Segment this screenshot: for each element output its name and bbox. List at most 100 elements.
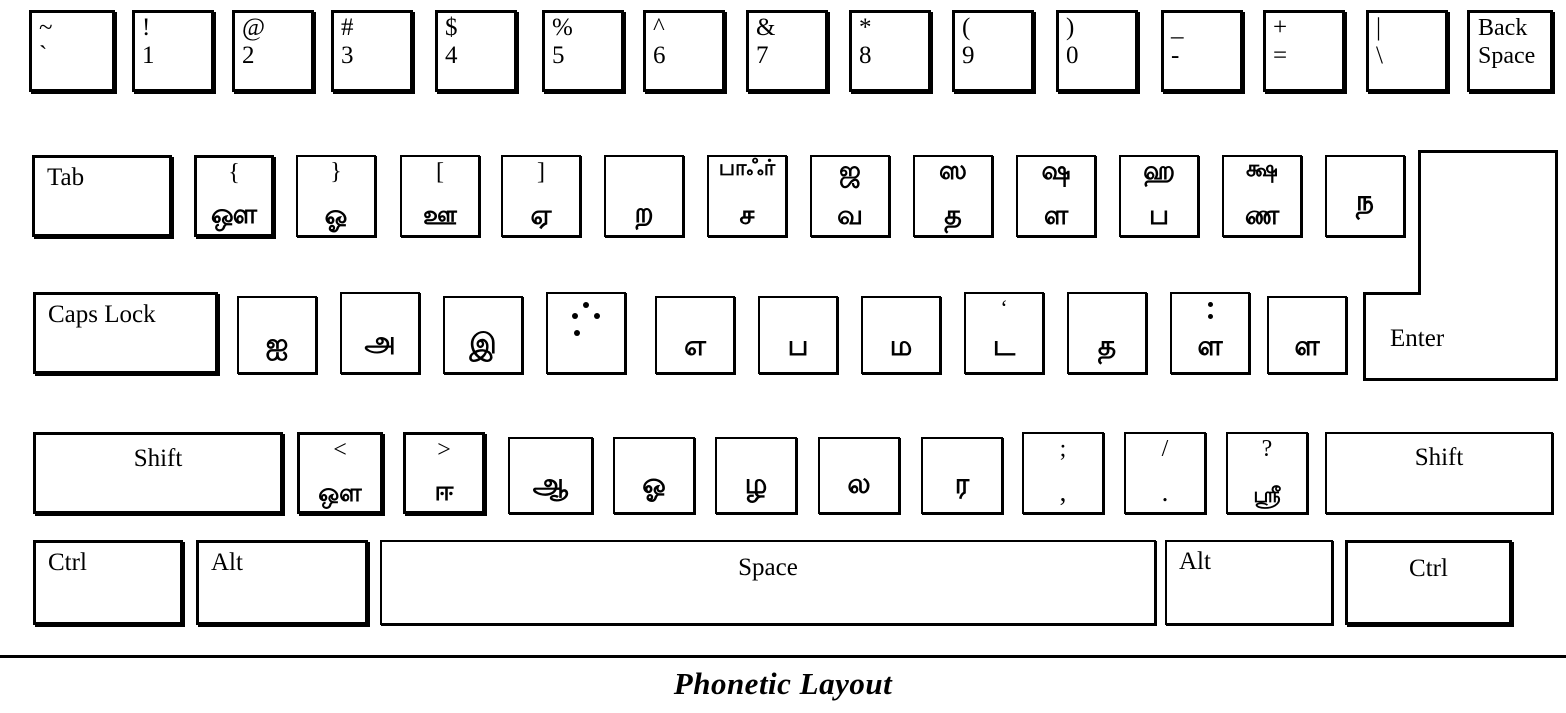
key-d[interactable]: இ — [443, 296, 523, 374]
key-a[interactable]: ஐ — [237, 296, 317, 374]
key-y[interactable]: பாஃர் ச — [707, 155, 787, 237]
key-capslock[interactable]: Caps Lock — [33, 292, 218, 374]
key-z-tamil-label: ஒள — [318, 478, 362, 507]
key-x[interactable]: > ஈ — [403, 432, 485, 514]
key-enter[interactable]: Enter — [1363, 150, 1558, 381]
key-w-shift-label: } — [330, 159, 342, 185]
key-bracketleft-tamil-label: ண — [1244, 200, 1280, 231]
key-ctrl-right[interactable]: Ctrl — [1345, 540, 1512, 625]
key-2-shift-label: @ — [242, 14, 266, 41]
key-c[interactable]: ஆ — [508, 437, 593, 514]
key-u[interactable]: ஜ வ — [810, 155, 890, 237]
key-bracketleft[interactable]: க்ஷ ண — [1222, 155, 1302, 237]
key-backquote-shift-label: ~ — [39, 14, 53, 41]
key-shift-left[interactable]: Shift — [33, 432, 283, 514]
key-minus-shift-label: _ — [1171, 14, 1184, 41]
key-3[interactable]: # 3 — [331, 10, 413, 92]
key-r-shift-label: ] — [537, 159, 545, 185]
key-slash[interactable]: ? ஸ்ரீ — [1226, 432, 1308, 514]
key-e[interactable]: [ ஊ — [400, 155, 480, 237]
key-9-base-label: 9 — [962, 42, 975, 69]
key-9[interactable]: ( 9 — [952, 10, 1034, 92]
key-6[interactable]: ^ 6 — [643, 10, 725, 92]
key-8-base-label: 8 — [859, 42, 872, 69]
key-1-shift-label: ! — [142, 14, 151, 41]
key-9-shift-label: ( — [962, 14, 971, 41]
key-e-shift-label: [ — [436, 159, 444, 185]
key-backquote-base-label: ` — [39, 42, 48, 69]
key-u-tamil-label: வ — [837, 200, 863, 231]
key-backquote[interactable]: ~ ` — [29, 10, 115, 92]
key-p[interactable]: ஹ ப — [1119, 155, 1199, 237]
key-1-base-label: 1 — [142, 42, 155, 69]
key-backslash[interactable]: | \ — [1366, 10, 1448, 92]
key-v[interactable]: ஓ — [613, 437, 695, 514]
key-alt-left-label: Alt — [211, 549, 243, 576]
key-alt-right[interactable]: Alt — [1165, 540, 1333, 625]
key-ctrl-left[interactable]: Ctrl — [33, 540, 183, 625]
key-k-tamil-label: ட — [992, 329, 1016, 362]
key-4[interactable]: $ 4 — [435, 10, 517, 92]
key-z[interactable]: < ஒள — [297, 432, 383, 514]
key-equals[interactable]: + = — [1263, 10, 1345, 92]
key-backspace-label: Back Space — [1478, 15, 1536, 69]
key-1[interactable]: ! 1 — [132, 10, 214, 92]
key-0-base-label: 0 — [1066, 42, 1079, 69]
key-j[interactable]: ம — [861, 296, 941, 374]
key-h[interactable]: ப — [758, 296, 838, 374]
key-backspace[interactable]: Back Space — [1467, 10, 1553, 92]
key-period-base-label: . — [1161, 477, 1169, 507]
key-period[interactable]: / . — [1124, 432, 1206, 514]
colon-mark-icon — [1172, 300, 1248, 326]
key-q[interactable]: { ஔ — [194, 155, 274, 237]
key-semicolon[interactable]: ள — [1170, 292, 1250, 374]
key-k[interactable]: ‘ ட — [964, 292, 1044, 374]
key-j-tamil-label: ம — [889, 329, 913, 362]
key-bracketright-tamil-label: ந — [1356, 184, 1374, 217]
key-space-label: Space — [738, 554, 798, 581]
key-7-base-label: 7 — [756, 42, 769, 69]
key-minus[interactable]: _ - — [1161, 10, 1243, 92]
key-t-tamil-label: ற — [634, 196, 654, 229]
key-u-shift-label: ஜ — [839, 156, 861, 186]
key-n[interactable]: ல — [818, 437, 900, 514]
key-enter-seam — [1421, 289, 1555, 297]
key-3-shift-label: # — [341, 14, 354, 41]
key-comma[interactable]: ; , — [1022, 432, 1104, 514]
key-enter-upper-block — [1418, 150, 1558, 295]
key-comma-shift-label: ; — [1059, 436, 1067, 462]
key-l[interactable]: த — [1067, 292, 1147, 374]
key-backslash-base-label: \ — [1376, 42, 1383, 69]
key-t[interactable]: ற — [604, 155, 684, 237]
key-f[interactable] — [546, 292, 626, 374]
key-g-tamil-label: எ — [684, 329, 706, 362]
aytham-icon — [548, 302, 624, 346]
key-g[interactable]: எ — [655, 296, 735, 374]
key-bracketright[interactable]: ந — [1325, 155, 1405, 237]
key-7[interactable]: & 7 — [746, 10, 828, 92]
key-w[interactable]: } ஓ — [296, 155, 376, 237]
key-o[interactable]: ஷ ள — [1016, 155, 1096, 237]
key-r[interactable]: ] ஏ — [501, 155, 581, 237]
key-i[interactable]: ஸ த — [913, 155, 993, 237]
key-space[interactable]: Space — [380, 540, 1156, 625]
key-b[interactable]: ழ — [715, 437, 797, 514]
key-y-tamil-label: ச — [739, 200, 755, 231]
key-ctrl-left-label: Ctrl — [48, 549, 87, 576]
key-i-tamil-label: த — [944, 200, 962, 231]
key-5[interactable]: % 5 — [542, 10, 624, 92]
key-alt-left[interactable]: Alt — [196, 540, 368, 625]
key-0[interactable]: ) 0 — [1056, 10, 1138, 92]
key-s[interactable]: அ — [340, 292, 420, 374]
key-capslock-label: Caps Lock — [48, 301, 156, 328]
key-2[interactable]: @ 2 — [232, 10, 314, 92]
key-m[interactable]: ர — [921, 437, 1003, 514]
key-quote[interactable]: ள — [1267, 296, 1347, 374]
key-tab[interactable]: Tab — [32, 155, 172, 237]
key-q-shift-label: { — [228, 160, 240, 186]
key-equals-shift-label: + — [1273, 14, 1288, 41]
key-shift-right[interactable]: Shift — [1325, 432, 1553, 514]
key-bracketleft-shift-label: க்ஷ — [1246, 156, 1278, 182]
key-8[interactable]: * 8 — [849, 10, 931, 92]
key-h-tamil-label: ப — [787, 329, 809, 362]
